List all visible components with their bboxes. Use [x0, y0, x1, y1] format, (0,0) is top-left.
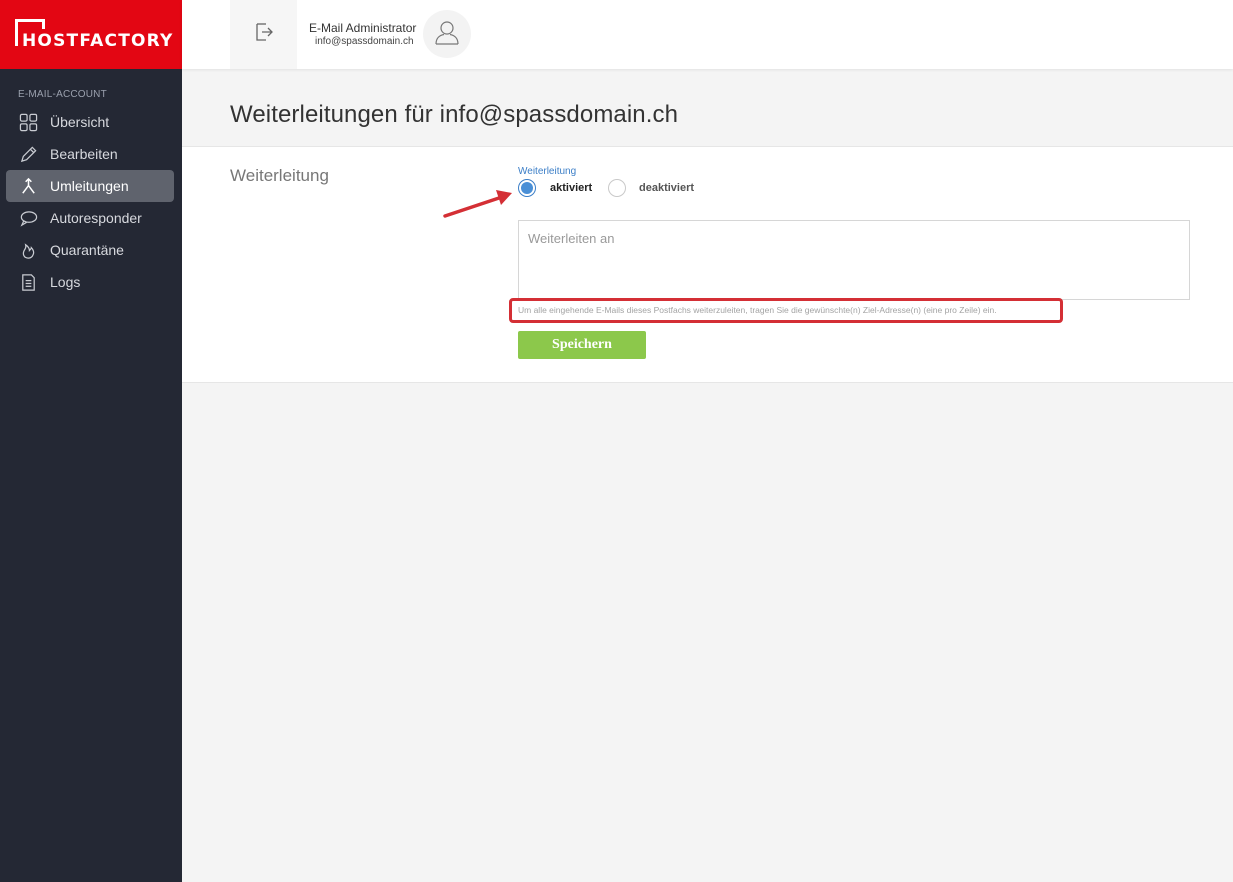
sidebar-item-label: Bearbeiten [50, 146, 118, 162]
save-button[interactable]: Speichern [518, 331, 646, 359]
sidebar-item-autoresponder[interactable]: Autoresponder [6, 202, 174, 234]
radio-label-aktiviert[interactable]: aktiviert [550, 182, 592, 194]
sidebar-item-uebersicht[interactable]: Übersicht [6, 106, 174, 138]
sidebar-item-bearbeiten[interactable]: Bearbeiten [6, 138, 174, 170]
help-text: Um alle eingehende E-Mails dieses Postfa… [518, 305, 997, 315]
grid-icon [18, 112, 38, 132]
sidebar: HOSTFACTORY E-MAIL-ACCOUNT Übersicht Bea… [0, 0, 182, 882]
radio-deaktiviert[interactable] [608, 179, 626, 197]
annotation-arrow-icon [443, 190, 512, 218]
sidebar-item-umleitungen[interactable]: Umleitungen [6, 170, 174, 202]
forward-to-textarea[interactable] [518, 220, 1190, 300]
top-header: E-Mail Administrator info@spassdomain.ch [182, 0, 1233, 69]
sidebar-item-label: Übersicht [50, 114, 110, 130]
brand-logo[interactable]: HOSTFACTORY [0, 0, 182, 69]
sidebar-item-label: Autoresponder [50, 210, 142, 226]
sidebar-item-label: Umleitungen [50, 178, 129, 194]
section-label: Weiterleitung [230, 166, 329, 185]
radio-aktiviert[interactable] [518, 179, 536, 197]
field-label: Weiterleitung [518, 166, 577, 177]
sidebar-item-logs[interactable]: Logs [6, 266, 174, 298]
user-email: info@spassdomain.ch [315, 36, 414, 47]
pencil-icon [18, 144, 38, 164]
speech-bubble-icon [18, 208, 38, 228]
logout-button[interactable] [230, 0, 297, 69]
forwarding-panel: Weiterleitung Weiterleitung aktiviert de… [182, 146, 1233, 383]
sidebar-item-quarantaene[interactable]: Quarantäne [6, 234, 174, 266]
avatar[interactable] [423, 10, 471, 58]
fork-arrows-icon [18, 176, 38, 196]
sidebar-item-label: Quarantäne [50, 242, 124, 258]
flame-icon [18, 240, 38, 260]
sidebar-nav: Übersicht Bearbeiten Umleitungen Autores… [6, 106, 174, 298]
user-icon [433, 18, 461, 51]
document-icon [18, 272, 38, 292]
user-name: E-Mail Administrator [309, 21, 417, 35]
radio-label-deaktiviert[interactable]: deaktiviert [639, 182, 694, 194]
brand-name: HOSTFACTORY [22, 31, 174, 51]
logout-icon [253, 21, 275, 48]
sidebar-item-label: Logs [50, 274, 81, 290]
nav-heading: E-MAIL-ACCOUNT [18, 89, 107, 100]
page-title: Weiterleitungen für info@spassdomain.ch [230, 101, 679, 128]
